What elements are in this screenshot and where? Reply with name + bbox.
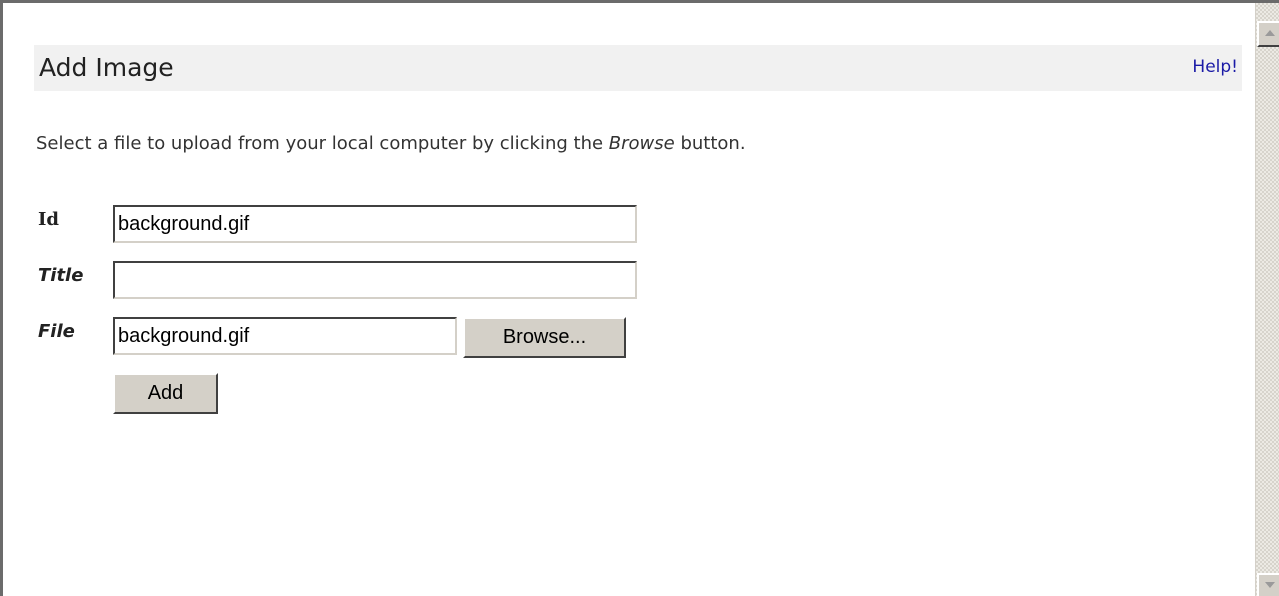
title-bar: Add Image Help! <box>34 45 1242 91</box>
scroll-down-arrow-icon <box>1265 582 1275 588</box>
add-button[interactable]: Add <box>113 373 218 414</box>
id-label: Id <box>38 209 60 230</box>
help-link[interactable]: Help! <box>1192 57 1238 77</box>
file-path-input[interactable] <box>113 317 457 355</box>
scroll-up-button[interactable] <box>1257 21 1279 47</box>
page-content: Add Image Help! Select a file to upload … <box>11 3 1255 596</box>
title-input[interactable] <box>113 261 637 299</box>
title-label: Title <box>38 265 84 286</box>
vertical-scrollbar[interactable] <box>1255 3 1279 596</box>
scroll-up-arrow-icon <box>1265 30 1275 36</box>
window-frame: Add Image Help! Select a file to upload … <box>0 0 1279 596</box>
file-label: File <box>38 321 75 342</box>
instructions-text: Select a file to upload from your local … <box>36 133 746 154</box>
scroll-down-button[interactable] <box>1257 573 1279 596</box>
instructions-emphasis: Browse <box>608 133 675 154</box>
page-title: Add Image <box>39 53 174 82</box>
browse-button[interactable]: Browse... <box>463 317 626 358</box>
instructions-before: Select a file to upload from your local … <box>36 133 609 154</box>
instructions-after: button. <box>674 133 746 154</box>
id-input[interactable] <box>113 205 637 243</box>
